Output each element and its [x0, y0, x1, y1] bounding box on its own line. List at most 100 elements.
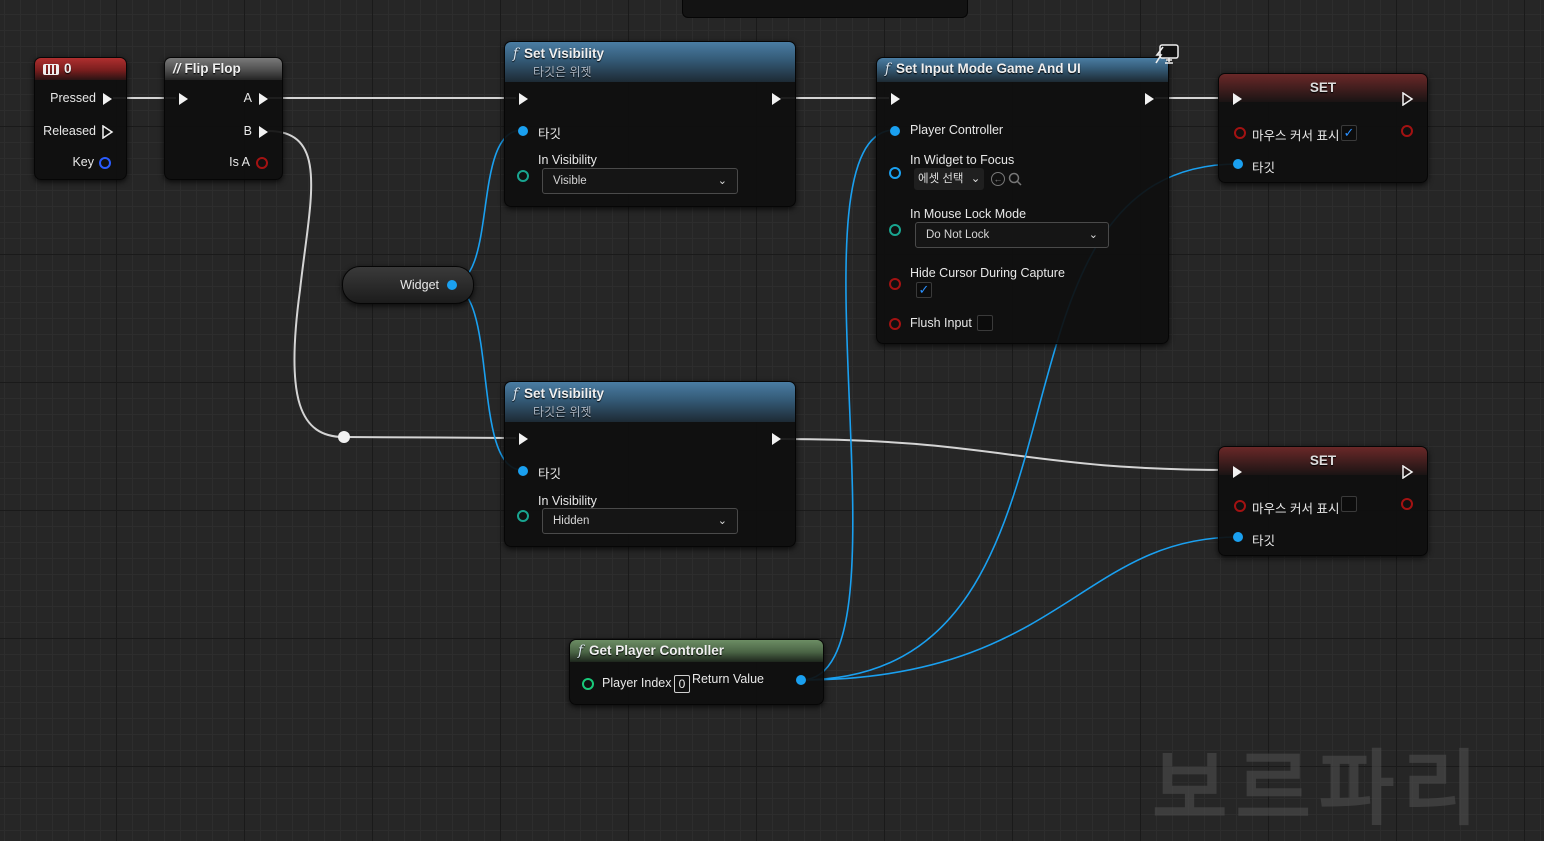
- released-exec-pin[interactable]: [102, 125, 114, 139]
- function-icon: f: [513, 386, 518, 402]
- set-2-header: SET: [1219, 447, 1427, 475]
- released-label: Released: [43, 124, 96, 138]
- pressed-label: Pressed: [50, 91, 96, 105]
- visibility-dropdown-2-value: Hidden: [553, 515, 590, 527]
- widget-variable-node[interactable]: Widget: [342, 266, 474, 304]
- chevron-down-icon: ⌄: [970, 173, 981, 185]
- widget-variable-pin[interactable]: [447, 280, 457, 290]
- asset-picker[interactable]: 에셋 선택 ⌄: [914, 168, 985, 190]
- set-visibility-2-title: Set Visibility: [524, 386, 605, 401]
- browse-arrow-icon[interactable]: ←: [991, 172, 1005, 186]
- search-icon[interactable]: [1008, 172, 1022, 186]
- flush-input-label: Flush Input: [910, 316, 972, 330]
- set-visibility-node-2[interactable]: f Set Visibility 타깃은 위젯 타깃 In Visibility …: [504, 381, 796, 547]
- set-2-target-label: 타깃: [1252, 534, 1276, 548]
- asset-picker-value: 에셋 선택: [918, 173, 964, 185]
- set-input-mode-header: f Set Input Mode Game And UI: [877, 58, 1168, 82]
- key-pin[interactable]: [99, 157, 111, 169]
- key-event-node[interactable]: 0 Pressed Released Key: [34, 57, 127, 180]
- set-visibility-2-exec-out-pin[interactable]: [772, 433, 781, 445]
- set-node-1[interactable]: SET 마우스 커서 표시 ✓ 타깃: [1218, 73, 1428, 183]
- flush-input-checkbox[interactable]: [977, 315, 993, 331]
- flipflop-exec-in-pin[interactable]: [179, 93, 188, 105]
- set-visibility-1-visibility-pin[interactable]: [517, 170, 529, 182]
- mouse-lock-label: In Mouse Lock Mode: [910, 207, 1027, 221]
- widget-focus-label: In Widget to Focus: [910, 153, 1015, 167]
- set-2-show-cursor-out-pin[interactable]: [1401, 498, 1413, 510]
- set-1-show-cursor-pin[interactable]: [1234, 127, 1246, 139]
- player-controller-label: Player Controller: [910, 123, 1004, 137]
- set-visibility-2-header: f Set Visibility 타깃은 위젯: [505, 382, 795, 422]
- network-icon: [1155, 44, 1179, 64]
- set-1-title: SET: [1309, 80, 1337, 95]
- get-player-controller-title: Get Player Controller: [589, 643, 725, 658]
- set-2-show-cursor-checkbox[interactable]: [1341, 496, 1357, 512]
- flipflop-b-label: B: [243, 124, 252, 138]
- visibility-dropdown-2[interactable]: Hidden ⌄: [542, 508, 738, 534]
- player-index-input[interactable]: 0: [674, 675, 690, 693]
- set-2-exec-in-pin[interactable]: [1233, 466, 1242, 478]
- widget-focus-pin[interactable]: [889, 167, 901, 179]
- set-2-show-cursor-pin[interactable]: [1234, 500, 1246, 512]
- set-node-2[interactable]: SET 마우스 커서 표시 타깃: [1218, 446, 1428, 556]
- set-visibility-1-exec-out-pin[interactable]: [772, 93, 781, 105]
- pressed-exec-pin[interactable]: [103, 93, 112, 105]
- return-value-label: Return Value: [691, 672, 764, 686]
- mouse-lock-dropdown[interactable]: Do Not Lock ⌄: [915, 222, 1109, 248]
- set-visibility-2-exec-in-pin[interactable]: [519, 433, 528, 445]
- set-2-target-pin[interactable]: [1233, 532, 1243, 542]
- set-1-show-cursor-checkbox[interactable]: ✓: [1341, 125, 1357, 141]
- flipflop-a-label: A: [243, 91, 252, 105]
- set-visibility-2-subtitle: 타깃은 위젯: [533, 405, 592, 419]
- set-1-show-cursor-out-pin[interactable]: [1401, 125, 1413, 137]
- set-1-exec-in-pin[interactable]: [1233, 93, 1242, 105]
- mouse-lock-pin[interactable]: [889, 224, 901, 236]
- set-input-mode-node[interactable]: f Set Input Mode Game And UI Player Contr…: [876, 57, 1169, 344]
- chevron-down-icon: ⌄: [1088, 229, 1098, 241]
- set-2-exec-out-pin[interactable]: [1402, 465, 1414, 479]
- hide-cursor-checkbox[interactable]: ✓: [916, 282, 932, 298]
- visibility-dropdown-1-value: Visible: [553, 175, 587, 187]
- set-visibility-1-visibility-label: In Visibility: [538, 153, 597, 167]
- flipflop-isa-pin[interactable]: [256, 157, 268, 169]
- set-1-exec-out-pin[interactable]: [1402, 92, 1414, 106]
- key-label: Key: [72, 155, 94, 169]
- chevron-down-icon: ⌄: [717, 515, 727, 527]
- flipflop-node[interactable]: //Flip Flop A B Is A: [164, 57, 283, 180]
- set-visibility-1-title: Set Visibility: [524, 46, 605, 61]
- flipflop-icon: //: [173, 61, 181, 76]
- widget-variable-label: Widget: [400, 278, 439, 292]
- set-visibility-1-exec-in-pin[interactable]: [519, 93, 528, 105]
- exec-wire-reroute-setvis2: [343, 436, 517, 439]
- return-value-pin[interactable]: [796, 675, 806, 685]
- player-controller-pin[interactable]: [890, 126, 900, 136]
- flipflop-a-pin[interactable]: [259, 93, 268, 105]
- set-1-target-pin[interactable]: [1233, 159, 1243, 169]
- object-wire-pc-set2: [800, 536, 1239, 681]
- set-input-mode-exec-out-pin[interactable]: [1145, 93, 1154, 105]
- flush-input-pin[interactable]: [889, 318, 901, 330]
- player-index-pin[interactable]: [582, 678, 594, 690]
- visibility-dropdown-1[interactable]: Visible ⌄: [542, 168, 738, 194]
- function-icon: f: [578, 643, 583, 659]
- set-visibility-2-visibility-pin[interactable]: [517, 510, 529, 522]
- set-visibility-1-subtitle: 타깃은 위젯: [533, 65, 592, 79]
- set-visibility-2-target-pin[interactable]: [518, 466, 528, 476]
- function-icon: f: [513, 46, 518, 62]
- flipflop-b-pin[interactable]: [259, 126, 268, 138]
- hide-cursor-pin[interactable]: [889, 278, 901, 290]
- flipflop-header: //Flip Flop: [165, 58, 282, 80]
- reroute-node[interactable]: [338, 431, 350, 443]
- hide-cursor-label: Hide Cursor During Capture: [910, 266, 1065, 280]
- chevron-down-icon: ⌄: [717, 175, 727, 187]
- set-2-title: SET: [1309, 453, 1337, 468]
- set-input-mode-title: Set Input Mode Game And UI: [896, 61, 1081, 76]
- set-visibility-2-target-label: 타깃: [538, 467, 562, 481]
- set-visibility-node-1[interactable]: f Set Visibility 타깃은 위젯 타깃 In Visibility …: [504, 41, 796, 207]
- get-player-controller-node[interactable]: f Get Player Controller Player Index 0 Re…: [569, 639, 824, 705]
- partial-node-top[interactable]: [682, 0, 968, 18]
- set-1-show-cursor-label: 마우스 커서 표시: [1252, 129, 1340, 143]
- set-input-mode-exec-in-pin[interactable]: [891, 93, 900, 105]
- flipflop-title: Flip Flop: [184, 61, 241, 76]
- set-visibility-1-target-pin[interactable]: [518, 126, 528, 136]
